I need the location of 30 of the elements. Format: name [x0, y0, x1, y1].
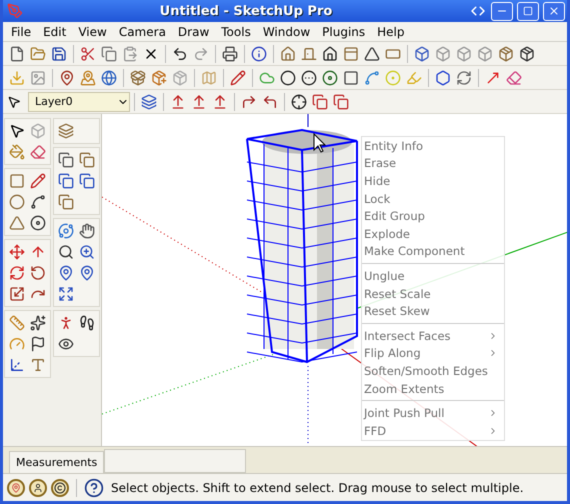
model-canvas[interactable]: Entity Info Erase Hide Lock Edit Group Explode Make Component Unglue Reset Scale Reset Skew Intersect Faces Flip Along Soften/Smooth Edges Zoom Extents Joint Push Pull FFD — [102, 114, 567, 446]
menu-item[interactable]: Erase — [362, 154, 504, 172]
menu-item[interactable]: Help — [371, 24, 410, 38]
menu-item[interactable]: Reset Scale — [362, 284, 504, 302]
measurements-label: Measurements — [9, 451, 104, 473]
menu-item[interactable]: Tools — [215, 24, 257, 38]
menu-item[interactable]: View — [72, 24, 113, 38]
menu-item[interactable]: Window — [256, 24, 316, 38]
menu-item[interactable]: FFD — [362, 422, 504, 440]
menu-item[interactable]: Entity Info — [362, 137, 504, 155]
menu-item[interactable]: Draw — [172, 24, 216, 38]
layer-dropdown[interactable]: Layer0 — [28, 92, 130, 112]
menu-item[interactable]: Hide — [362, 172, 504, 190]
menu-item[interactable]: Intersect Faces — [362, 326, 504, 345]
menu-item[interactable]: Make Component — [362, 242, 504, 260]
menu-item[interactable]: Edit — [37, 24, 72, 38]
menu-item[interactable]: Explode — [362, 224, 504, 243]
menu-item[interactable]: Camera — [112, 24, 172, 38]
menu-item[interactable]: File — [5, 24, 38, 38]
menu-item[interactable]: Unglue — [362, 267, 504, 285]
menu-item[interactable]: Zoom Extents — [362, 380, 504, 398]
menu-item[interactable]: Flip Along — [362, 344, 504, 362]
menu-item[interactable]: Reset Skew — [362, 302, 504, 320]
menu-item[interactable]: Lock — [362, 190, 504, 208]
menu-item[interactable]: Plugins — [316, 24, 372, 38]
menu-item[interactable]: Joint Push Pull — [362, 404, 504, 422]
status-text: Select objects. Shift to extend select. Drag mouse to select multiple. — [111, 480, 524, 494]
menu-item[interactable]: Soften/Smooth Edges — [362, 362, 504, 380]
menu-item[interactable]: Edit Group — [362, 207, 504, 225]
window-title: Untitled - SketchUp Pro — [158, 4, 334, 18]
